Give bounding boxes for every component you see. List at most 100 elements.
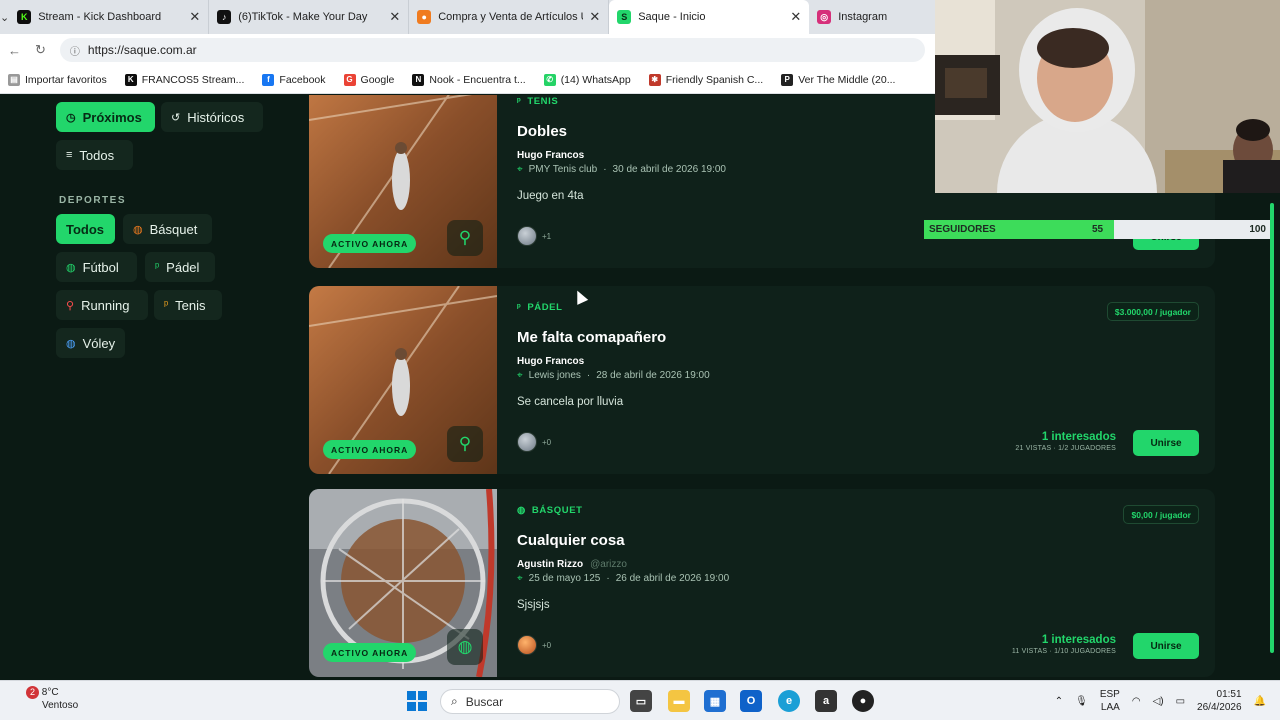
task-view-icon[interactable]: ▭ [630, 690, 652, 712]
chevron-down-icon: ⌄ [0, 11, 10, 24]
bookmark-item[interactable]: f Facebook [262, 73, 326, 86]
bookmark-item[interactable]: P Ver The Middle (20... [781, 73, 895, 86]
match-card[interactable]: ACTIVO AHORA ⚲ ᵖ PÁDEL Me falta comapañe… [309, 286, 1215, 474]
match-description: Juego en 4ta [517, 190, 584, 202]
bookmark-label: Importar favoritos [25, 73, 107, 86]
sport-tag: ᵖ TENIS [517, 96, 558, 107]
obs-icon[interactable]: ● [852, 690, 874, 712]
basketball-icon: ◍ [517, 505, 526, 516]
sport-football[interactable]: ◍ Fútbol [56, 252, 137, 282]
avatar [517, 226, 537, 246]
url-field[interactable]: ⓘ https://saque.com.ar [59, 38, 925, 62]
basketball-icon: ◍ [447, 629, 483, 665]
tab-favicon-icon: ● [417, 10, 432, 24]
taskbar-search[interactable]: ⌕ Buscar [440, 689, 620, 714]
join-button[interactable]: Unirse [1133, 430, 1199, 456]
battery-icon[interactable]: ▭ [1176, 696, 1185, 707]
sport-tennis-label: Tenis [175, 297, 206, 313]
amazon-icon[interactable]: a [815, 690, 837, 712]
scrollbar-thumb[interactable] [1270, 203, 1274, 653]
sport-tag: ◍ BÁSQUET [517, 505, 583, 516]
bookmark-favicon-icon: K [124, 73, 137, 86]
views-players: 11 VISTAS · 1/10 JUGADORES [1011, 648, 1116, 655]
views-players: 21 VISTAS · 1/2 JUGADORES [1015, 445, 1116, 452]
bookmark-item[interactable]: K FRANCOS5 Stream... [124, 73, 244, 86]
wifi-icon[interactable]: ◠ [1132, 696, 1141, 707]
browser-tab[interactable]: ● Compra y Venta de Artículos Usad ✕ [409, 0, 610, 34]
close-tab-icon[interactable]: ✕ [790, 9, 801, 25]
browser-tab[interactable]: ♪ (6)TikTok - Make Your Day ✕ [209, 0, 410, 34]
reload-icon[interactable]: ↻ [35, 42, 46, 58]
language-indicator[interactable]: ESP LAA [1100, 688, 1120, 714]
sport-tag: ᵖ PÁDEL [517, 302, 563, 313]
sport-running[interactable]: ⚲ Running [56, 290, 148, 320]
author-name[interactable]: Hugo Francos [517, 150, 584, 161]
match-title[interactable]: Me falta comapañero [517, 329, 666, 346]
microphone-icon[interactable]: 🎙 [1075, 696, 1088, 707]
store-icon[interactable]: ▦ [704, 690, 726, 712]
clock-date: 26/4/2026 [1197, 702, 1242, 713]
basketball-icon: ◍ [133, 223, 143, 236]
filter-all[interactable]: ≡ Todos [56, 140, 133, 170]
bookmark-item[interactable]: ✱ Friendly Spanish C... [648, 73, 763, 86]
close-tab-icon[interactable]: ✕ [189, 9, 200, 25]
sport-basketball[interactable]: ◍ Básquet [123, 214, 212, 244]
players-avatars[interactable]: +0 [517, 635, 551, 655]
bookmark-item[interactable]: N Nook - Encuentra t... [412, 73, 526, 86]
filter-upcoming[interactable]: ◷ Próximos [56, 102, 155, 132]
sport-all[interactable]: Todos [56, 214, 115, 244]
browser-tab[interactable]: K Stream - Kick Dashboard ✕ [9, 0, 210, 34]
notifications-icon[interactable]: 🔔 [1254, 696, 1266, 707]
file-explorer-icon[interactable]: ▬ [668, 690, 690, 712]
match-title[interactable]: Dobles [517, 123, 567, 140]
tab-list-dropdown[interactable]: ⌄ [0, 0, 9, 34]
match-card[interactable]: ACTIVO AHORA ◍ ◍ BÁSQUET Cualquier cosa … [309, 489, 1215, 677]
sport-padel[interactable]: ᵖ Pádel [145, 252, 215, 282]
weather-widget[interactable]: 2 8°C Ventoso [26, 686, 78, 712]
location-pin-icon: ⌖ [517, 164, 523, 175]
sport-volley[interactable]: ◍ Vóley [56, 328, 125, 358]
players-avatars[interactable]: +1 [517, 226, 551, 246]
page-scrollbar[interactable] [1268, 195, 1276, 677]
close-tab-icon[interactable]: ✕ [589, 9, 600, 25]
football-icon: ◍ [66, 261, 76, 274]
sport-tennis[interactable]: ᵖ Tenis [154, 290, 222, 320]
author-name[interactable]: Hugo Francos [517, 356, 584, 367]
clock[interactable]: 01:51 26/4/2026 [1197, 688, 1242, 714]
keyboard-layout: LAA [1100, 702, 1120, 713]
tab-title: Saque - Inicio [638, 11, 706, 23]
chevron-up-icon[interactable]: ⌃ [1055, 696, 1063, 707]
match-thumbnail[interactable]: ACTIVO AHORA ⚲ [309, 286, 497, 474]
filter-history[interactable]: ↺ Históricos [161, 102, 263, 132]
bookmark-item[interactable]: ✆ (14) WhatsApp [543, 73, 631, 86]
taskbar-search-label: Buscar [465, 694, 504, 709]
bookmark-favicon-icon: G [343, 73, 356, 86]
back-icon[interactable]: ← [8, 43, 21, 58]
outlook-icon[interactable]: O [740, 690, 762, 712]
windows-start-icon[interactable] [406, 690, 428, 712]
tab-favicon-icon: ♪ [217, 10, 232, 24]
weather-badge: 2 [26, 686, 39, 699]
clock-time: 01:51 [1216, 689, 1242, 700]
match-place: PMY Tenis club [528, 164, 598, 175]
browser-tab[interactable]: S Saque - Inicio ✕ [609, 0, 810, 34]
search-icon: ⌕ [451, 694, 458, 708]
volume-icon[interactable]: ◁) [1153, 696, 1164, 707]
site-info-icon[interactable]: ⓘ [70, 43, 80, 58]
join-button[interactable]: Unirse [1133, 633, 1199, 659]
close-tab-icon[interactable]: ✕ [389, 9, 400, 25]
author-name[interactable]: Agustin Rizzo [517, 559, 583, 570]
bookmark-item[interactable]: G Google [343, 73, 394, 86]
players-avatars[interactable]: +0 [517, 432, 551, 452]
active-now-badge: ACTIVO AHORA [323, 643, 417, 662]
volleyball-icon: ◍ [66, 337, 76, 350]
match-author: Agustin Rizzo @arizzo [517, 559, 627, 570]
edge-icon[interactable]: e [778, 690, 800, 712]
bookmark-item[interactable]: ▤ Importar favoritos [8, 73, 107, 86]
bookmark-favicon-icon: f [262, 73, 275, 86]
match-thumbnail[interactable]: ACTIVO AHORA ◍ [309, 489, 497, 677]
match-title[interactable]: Cualquier cosa [517, 532, 625, 549]
interested-count: 1 interesados [1041, 634, 1116, 646]
followers-value: 55 [1092, 224, 1104, 235]
match-thumbnail[interactable]: ACTIVO AHORA ⚲ [309, 95, 497, 268]
